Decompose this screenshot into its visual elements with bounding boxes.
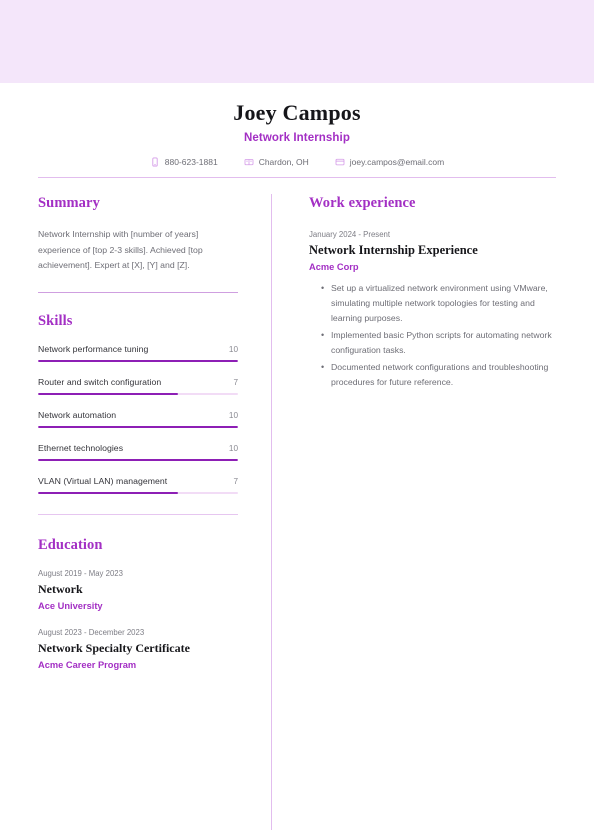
education-entry-date: August 2023 - December 2023 — [38, 627, 145, 637]
skills-list: Network performance tuning 10 Router and s… — [38, 344, 238, 494]
phone-icon — [150, 157, 160, 167]
top-banner — [0, 0, 594, 83]
skill-bar-track — [38, 425, 238, 428]
contact-row: 880-623-1881 Chardon, OH joey.campos@ema… — [0, 157, 594, 167]
header-divider — [38, 177, 556, 178]
skills-heading: Skills — [38, 312, 73, 329]
resume-header: Joey Campos Network Internship 880-623-1… — [0, 83, 594, 167]
skill-item: Network performance tuning 10 — [38, 344, 238, 362]
skill-name: VLAN (Virtual LAN) management — [38, 475, 168, 486]
contact-email-value: joey.campos@email.com — [349, 157, 445, 167]
education-entry-title: Network Specialty Certificate — [38, 640, 190, 655]
skill-level: 10 — [228, 443, 238, 453]
education-entry-title: Network — [38, 581, 83, 596]
education-entry: August 2019 - May 2023 Network Ace Univers… — [38, 568, 238, 613]
skill-bar-fill — [38, 425, 238, 428]
skill-level: 7 — [233, 476, 238, 486]
work-experience-entry: January 2024 - Present Network Internship… — [309, 229, 556, 390]
summary-section: Summary Network Internship with [number … — [38, 194, 238, 293]
skill-bar-fill — [38, 392, 178, 395]
work-experience-heading: Work experience — [309, 195, 416, 211]
education-entry-date: August 2019 - May 2023 — [38, 568, 123, 578]
skill-bar-fill — [38, 458, 238, 461]
skill-bar-fill — [38, 359, 238, 362]
work-experience-list: January 2024 - Present Network Internship… — [309, 229, 556, 390]
skill-row: VLAN (Virtual LAN) management 7 — [38, 476, 238, 492]
work-entry-title: Network Internship Experience — [309, 243, 478, 257]
summary-text: Network Internship with [number of years… — [38, 229, 203, 270]
candidate-name: Joey Campos — [233, 100, 361, 125]
resume-page: Joey Campos Network Internship 880-623-1… — [0, 0, 594, 838]
skill-item: VLAN (Virtual LAN) management 7 — [38, 476, 238, 494]
skill-bar-fill — [38, 491, 178, 494]
work-bullet: Implemented basic Python scripts for aut… — [321, 328, 556, 358]
contact-phone[interactable]: 880-623-1881 — [150, 157, 218, 167]
skill-level: 7 — [233, 377, 238, 387]
skill-level: 10 — [228, 410, 238, 420]
candidate-job-title: Network Internship — [244, 132, 350, 144]
location-icon — [244, 157, 254, 167]
skill-name: Ethernet technologies — [38, 442, 124, 453]
work-entry-date: January 2024 - Present — [309, 230, 391, 239]
skill-name: Network performance tuning — [38, 343, 149, 354]
work-bullet: Set up a virtualized network environment… — [321, 281, 556, 326]
contact-location-value: Chardon, OH — [258, 157, 309, 167]
work-bullet: Documented network configurations and tr… — [321, 360, 556, 390]
education-entry-organization: Ace University — [38, 600, 103, 611]
skill-row: Network automation 10 — [38, 410, 238, 426]
skill-name: Network automation — [38, 409, 117, 420]
skill-item: Ethernet technologies 10 — [38, 443, 238, 461]
contact-email[interactable]: joey.campos@email.com — [335, 157, 444, 167]
skill-row: Network performance tuning 10 — [38, 344, 238, 360]
right-column: Work experience January 2024 - Present Ne… — [272, 194, 594, 838]
work-experience-section: Work experience January 2024 - Present Ne… — [309, 194, 556, 390]
skill-bar-track — [38, 392, 238, 395]
summary-heading: Summary — [38, 195, 100, 211]
email-icon — [335, 157, 345, 167]
education-heading: Education — [38, 536, 103, 553]
education-entry: August 2023 - December 2023 Network Speci… — [38, 627, 238, 672]
education-entry-organization: Acme Career Program — [38, 659, 137, 670]
skills-divider — [38, 513, 238, 515]
skill-item: Router and switch configuration 7 — [38, 377, 238, 395]
resume-body: Summary Network Internship with [number … — [0, 194, 594, 838]
education-section: Education August 2019 - May 2023 Network A… — [38, 536, 238, 672]
skills-section: Skills Network performance tuning 10 Route… — [38, 312, 238, 515]
skill-level: 10 — [228, 344, 238, 354]
skill-bar-track — [38, 458, 238, 461]
work-bullet-list: Set up a virtualized network environment… — [309, 281, 556, 390]
skill-bar-track — [38, 359, 238, 362]
work-entry-organization: Acme Corp — [309, 262, 359, 272]
skill-row: Ethernet technologies 10 — [38, 443, 238, 459]
education-list: August 2019 - May 2023 Network Ace Univers… — [38, 568, 238, 672]
skill-name: Router and switch configuration — [38, 376, 162, 387]
skill-row: Router and switch configuration 7 — [38, 377, 238, 393]
summary-divider — [38, 291, 238, 293]
contact-location[interactable]: Chardon, OH — [244, 157, 309, 167]
skill-item: Network automation 10 — [38, 410, 238, 428]
contact-phone-value: 880-623-1881 — [164, 157, 218, 167]
left-column: Summary Network Internship with [number … — [0, 194, 271, 838]
skill-bar-track — [38, 491, 238, 494]
